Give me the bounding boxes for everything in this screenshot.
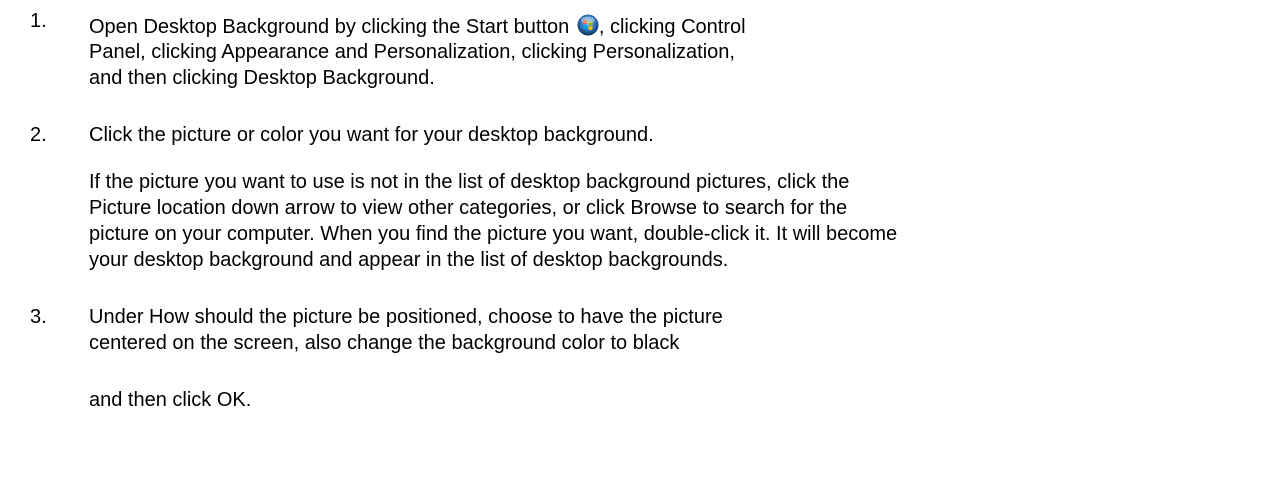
step-1-text-before-icon: Open Desktop Background by clicking the … [89,16,570,38]
instructions-document: { "steps": [ { "number": "1.", "lines": … [0,0,1271,502]
step-1-text-after-icon: , clicking Control [598,16,746,38]
step-2-number: 2. [30,124,47,146]
step-2-line-1: Click the picture or color you want for … [89,124,654,146]
step-2-note-line-4: your desktop background and appear in th… [89,249,729,271]
step-3-line-1: Under How should the picture be position… [89,306,723,328]
step-1-line-2: Panel, clicking Appearance and Personali… [89,41,735,63]
step-2-note-line-2: Picture location down arrow to view othe… [89,197,848,219]
step-3-number: 3. [30,306,47,328]
step-3-trailing-line: and then click OK. [89,389,252,411]
step-1-number: 1. [30,10,47,32]
step-2-note-line-3: picture on your computer. When you find … [89,223,898,245]
step-2-note-line-1: If the picture you want to use is not in… [89,171,850,193]
step-1-line-3: and then clicking Desktop Background. [89,67,435,89]
step-1-line-1: Open Desktop Background by clicking the … [89,14,746,39]
windows-start-orb-icon [577,14,599,36]
step-3-line-2: centered on the screen, also change the … [89,332,680,354]
